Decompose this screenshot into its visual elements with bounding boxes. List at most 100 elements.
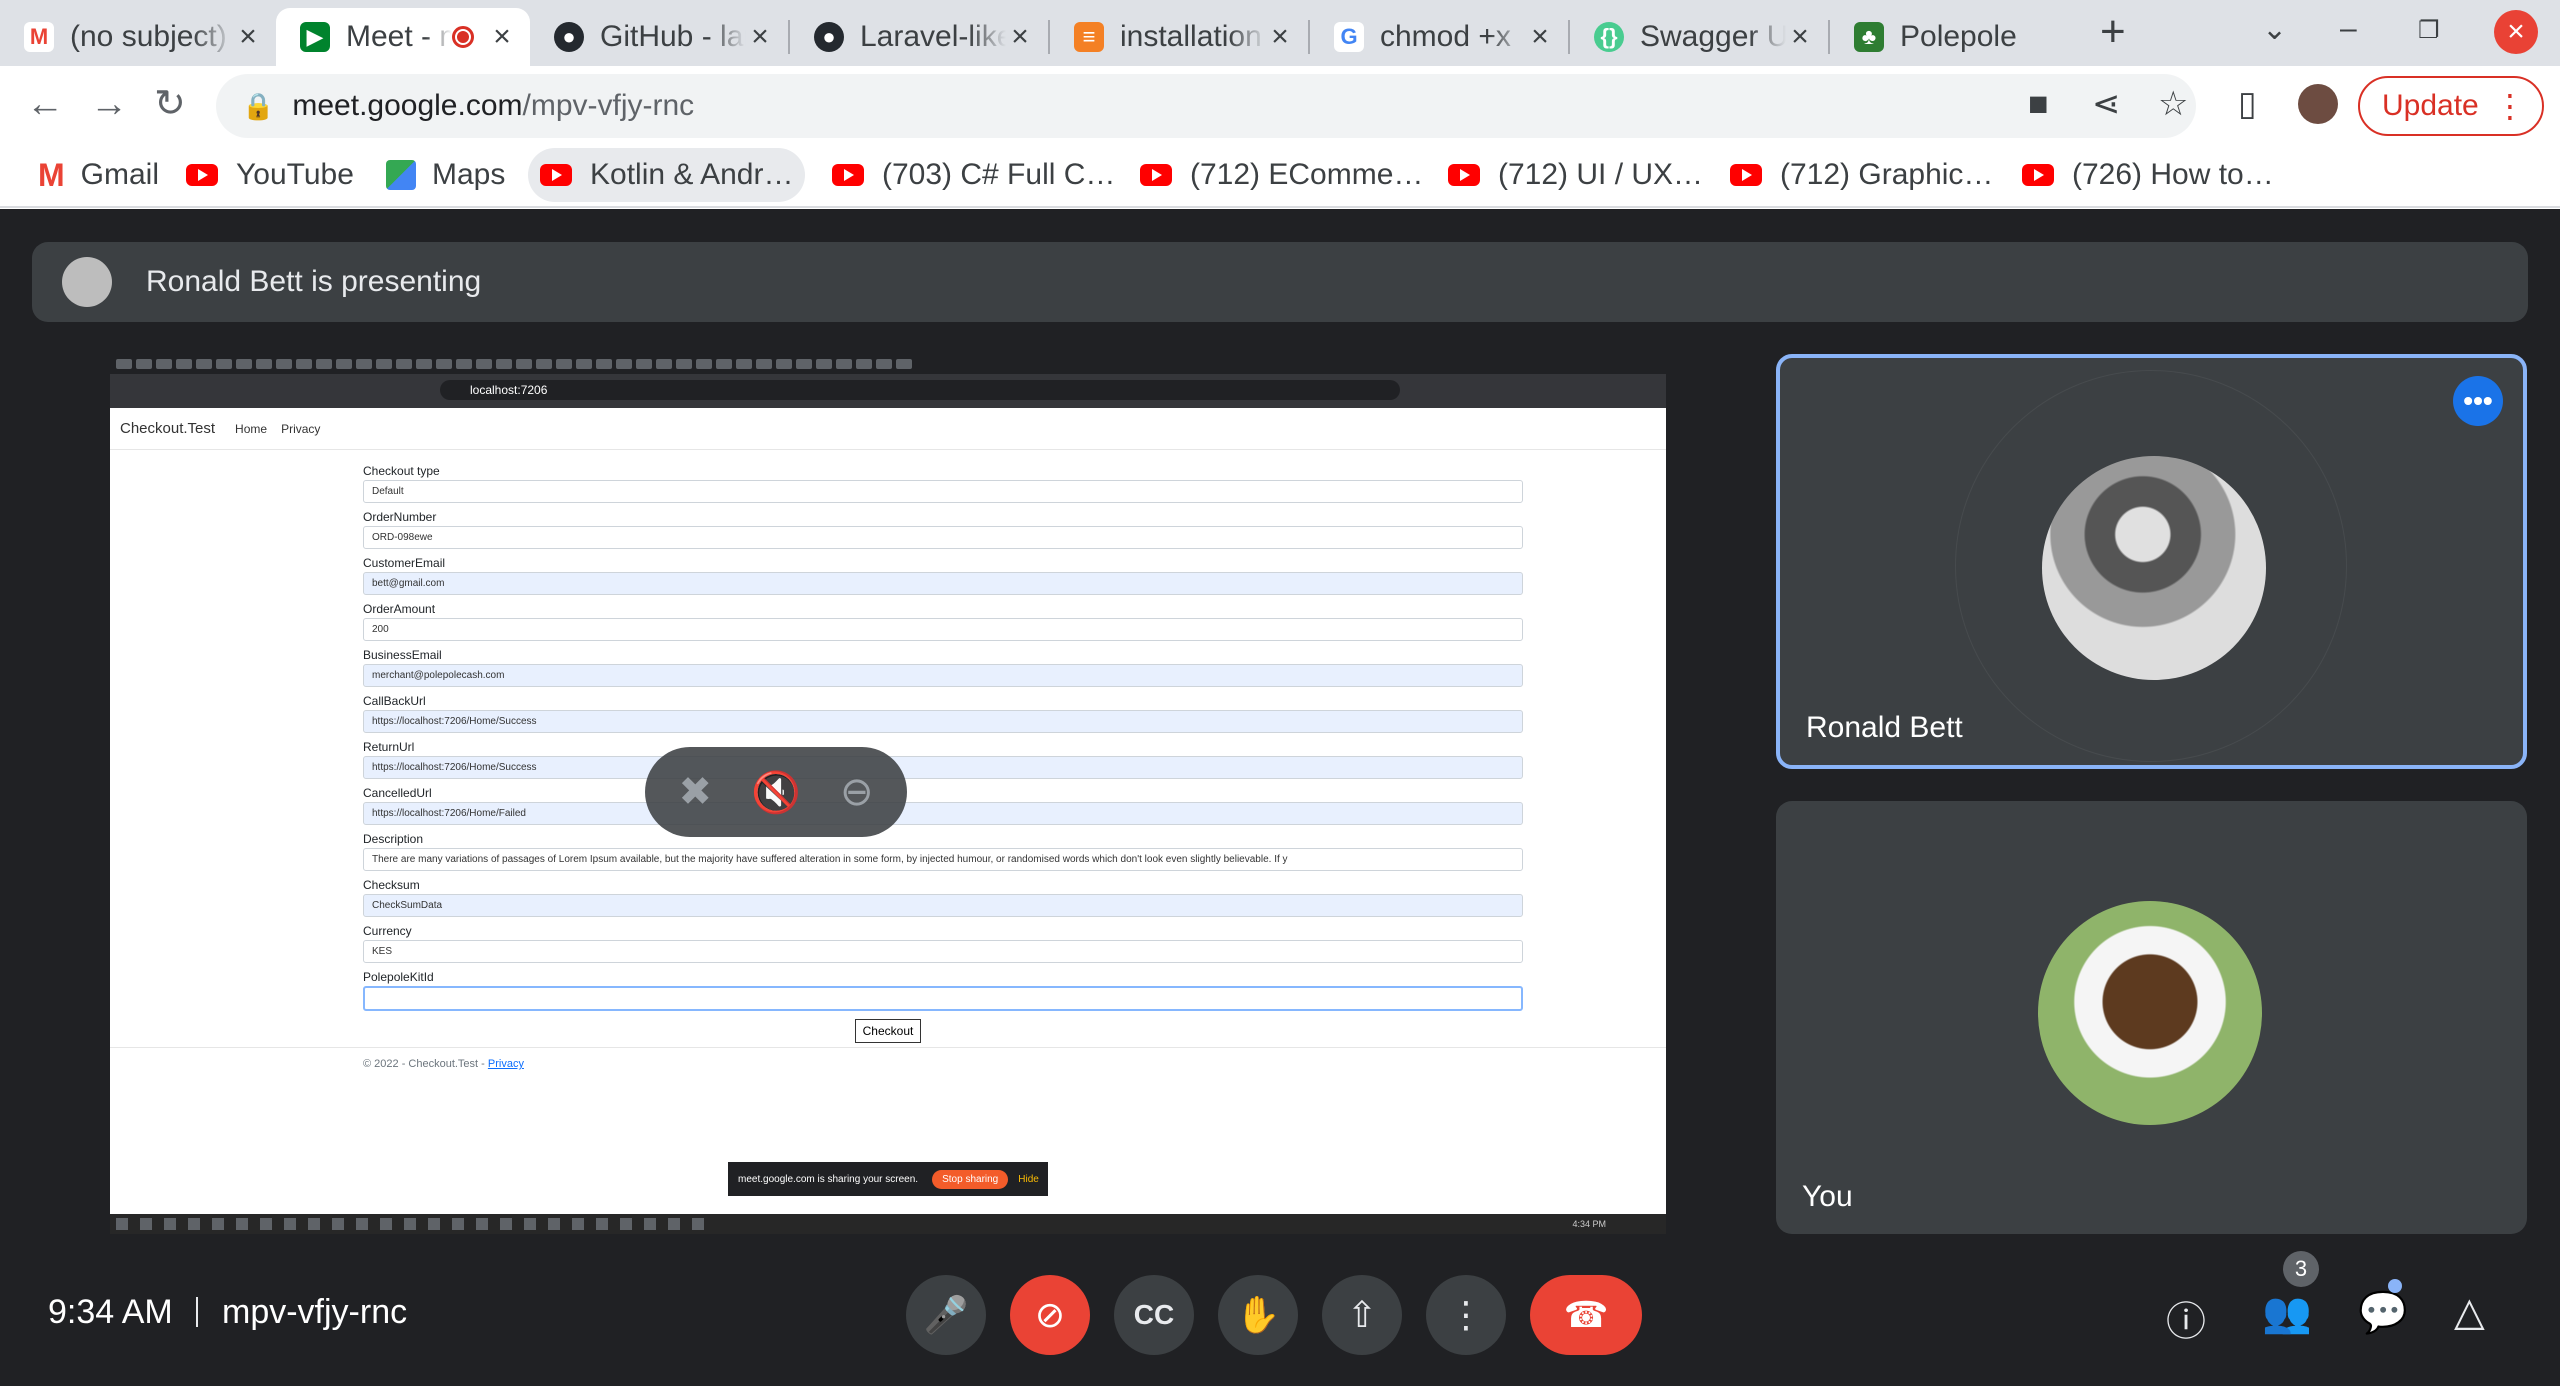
bookmark-uiux[interactable]: (712) UI / UX… — [1436, 148, 1715, 202]
url-path: /mpv-vfjy-rnc — [522, 89, 695, 122]
camera-icon[interactable]: ■ — [2028, 86, 2049, 122]
presenting-banner: Ronald Bett is presenting — [32, 242, 2528, 322]
side-panel-icon[interactable]: ▯ — [2238, 86, 2257, 122]
bookmark-howto[interactable]: (726) How to… — [2010, 148, 2286, 202]
lock-icon: 🔒 — [242, 90, 275, 121]
tab-gmail[interactable]: M (no subject) × — [0, 8, 276, 66]
bookmark-gmail[interactable]: M Gmail — [26, 148, 171, 202]
people-count-badge: 3 — [2283, 1251, 2319, 1287]
hide-label: Hide — [1018, 1173, 1039, 1185]
activities-icon[interactable]: △ — [2454, 1289, 2485, 1335]
bookmark-csharp[interactable]: (703) C# Full C… — [820, 148, 1127, 202]
shared-field-value: KES — [363, 940, 1523, 963]
shared-field-label: Checkout type — [363, 464, 440, 478]
close-icon[interactable]: × — [488, 20, 516, 54]
shared-field-label: ReturnUrl — [363, 740, 415, 754]
shared-field-label: PolepoleKitId — [363, 970, 434, 984]
shared-field-label: Currency — [363, 924, 412, 938]
profile-avatar[interactable] — [2298, 84, 2338, 124]
shared-field-value: https://localhost:7206/Home/Success — [363, 756, 1523, 779]
more-options-icon[interactable]: ••• — [2453, 376, 2503, 426]
tab-title: Laravel-like — [860, 20, 1006, 53]
more-options-button[interactable]: ⋮ — [1426, 1275, 1506, 1355]
info-icon[interactable]: ⓘ — [2166, 1289, 2206, 1347]
google-icon: G — [1334, 22, 1364, 52]
shared-navbar: Checkout.Test Home Privacy — [110, 408, 1666, 450]
camera-off-icon: ⊘ — [1034, 1294, 1066, 1335]
tab-swagger[interactable]: {} Swagger UI × — [1570, 8, 1828, 66]
leave-call-button[interactable]: ☎ — [1530, 1275, 1642, 1355]
shared-field-value: There are many variations of passages of… — [363, 848, 1523, 871]
tab-chmod[interactable]: G chmod +x × — [1310, 8, 1568, 66]
shared-field-value: ORD-098ewe — [363, 526, 1523, 549]
present-button[interactable]: ⇧ — [1322, 1275, 1402, 1355]
back-icon[interactable]: ← — [26, 84, 64, 124]
youtube-icon — [832, 164, 864, 186]
captions-button[interactable]: CC — [1114, 1275, 1194, 1355]
shared-field-value: CheckSumData — [363, 894, 1523, 917]
bookmarks-bar: M Gmail YouTube Maps Kotlin & Andr… (703)… — [0, 144, 2560, 208]
close-icon[interactable]: × — [1526, 20, 1554, 54]
new-tab-button[interactable]: + — [2100, 10, 2126, 54]
share-icon[interactable]: ⋖ — [2092, 86, 2121, 122]
shared-field-label: Description — [363, 832, 424, 846]
bookmark-label: Kotlin & Andr… — [590, 158, 794, 191]
tab-laravel[interactable]: ● Laravel-like × — [790, 8, 1048, 66]
restore-icon[interactable]: ❐ — [2418, 16, 2440, 45]
shared-taskbar-time: 4:34 PM — [1572, 1219, 1606, 1229]
tab-title: Meet - mpv-vfjy-rnc — [346, 20, 452, 53]
address-bar[interactable]: 🔒 meet.google.com/mpv-vfjy-rnc — [216, 74, 2196, 138]
close-icon[interactable]: × — [746, 20, 774, 54]
bookmark-graphic[interactable]: (712) Graphic… — [1718, 148, 2005, 202]
minimize-icon[interactable]: – — [2340, 12, 2357, 46]
reload-icon[interactable]: ↻ — [154, 84, 186, 124]
maps-icon — [386, 160, 416, 190]
tab-title: chmod +x — [1380, 20, 1511, 53]
youtube-icon — [1140, 164, 1172, 186]
meet-control-bar: 9:34 AM mpv-vfjy-rnc 🎤 ⊘ CC ✋ ⇧ ⋮ ☎ ⓘ 👥 … — [0, 1249, 2560, 1386]
captions-icon: CC — [1133, 1299, 1175, 1330]
tab-polepole[interactable]: ♣ Polepole — [1830, 8, 2076, 66]
youtube-icon — [1730, 164, 1762, 186]
unpin-icon[interactable]: ✖ — [679, 769, 713, 815]
update-button[interactable]: Update ⋮ — [2358, 76, 2544, 136]
window-close-button[interactable]: × — [2494, 10, 2538, 54]
tab-github[interactable]: ● GitHub - laravel × — [530, 8, 788, 66]
shared-checkout-button: Checkout — [855, 1019, 921, 1043]
camera-off-button[interactable]: ⊘ — [1010, 1275, 1090, 1355]
shared-taskbar: 4:34 PM — [110, 1214, 1666, 1234]
forward-icon[interactable]: → — [90, 84, 128, 124]
bookmark-kotlin[interactable]: Kotlin & Andr… — [528, 148, 806, 202]
shared-field-label: CancelledUrl — [363, 786, 432, 800]
shared-checkout-form: Checkout type Default OrderNumber ORD-098ew… — [363, 464, 1523, 1018]
close-icon[interactable]: × — [234, 20, 262, 54]
microphone-button[interactable]: 🎤 — [906, 1275, 986, 1355]
shared-brand: Checkout.Test — [120, 420, 216, 437]
tab-search-icon[interactable]: ⌄ — [2262, 12, 2287, 47]
tab-installation[interactable]: ≡ installation × — [1050, 8, 1308, 66]
bookmark-maps[interactable]: Maps — [374, 148, 517, 202]
participant-name: You — [1802, 1180, 1853, 1213]
tab-meet[interactable]: ▶ Meet - mpv-vfjy-rnc × — [276, 8, 530, 66]
meet-icon: ▶ — [300, 22, 330, 52]
meet-stage: Ronald Bett is presenting localhost:7206… — [0, 209, 2560, 1386]
remove-icon[interactable]: ⊖ — [840, 769, 874, 815]
bookmark-ecommerce[interactable]: (712) EComme… — [1128, 148, 1435, 202]
close-icon[interactable]: × — [1786, 20, 1814, 54]
shared-field-value: https://localhost:7206/Home/Success — [363, 710, 1523, 733]
participant-tile-ronald[interactable]: ••• Ronald Bett — [1776, 354, 2527, 769]
raise-hand-button[interactable]: ✋ — [1218, 1275, 1298, 1355]
bookmark-star-icon[interactable]: ☆ — [2158, 86, 2188, 122]
people-icon[interactable]: 👥 — [2262, 1289, 2312, 1336]
chat-icon[interactable]: 💬 — [2358, 1289, 2408, 1336]
shared-footer: © 2022 - Checkout.Test - Privacy — [110, 1047, 1666, 1070]
tab-title: GitHub - laravel — [600, 20, 746, 53]
shared-field-value: bett@gmail.com — [363, 572, 1523, 595]
github-icon: ● — [554, 22, 584, 52]
shared-field-value — [363, 986, 1523, 1011]
close-icon[interactable]: × — [1006, 20, 1034, 54]
bookmark-youtube[interactable]: YouTube — [174, 148, 366, 202]
participant-tile-you[interactable]: You — [1776, 801, 2527, 1234]
mute-presentation-icon[interactable]: 🔇 — [751, 769, 801, 816]
close-icon[interactable]: × — [1266, 20, 1294, 54]
